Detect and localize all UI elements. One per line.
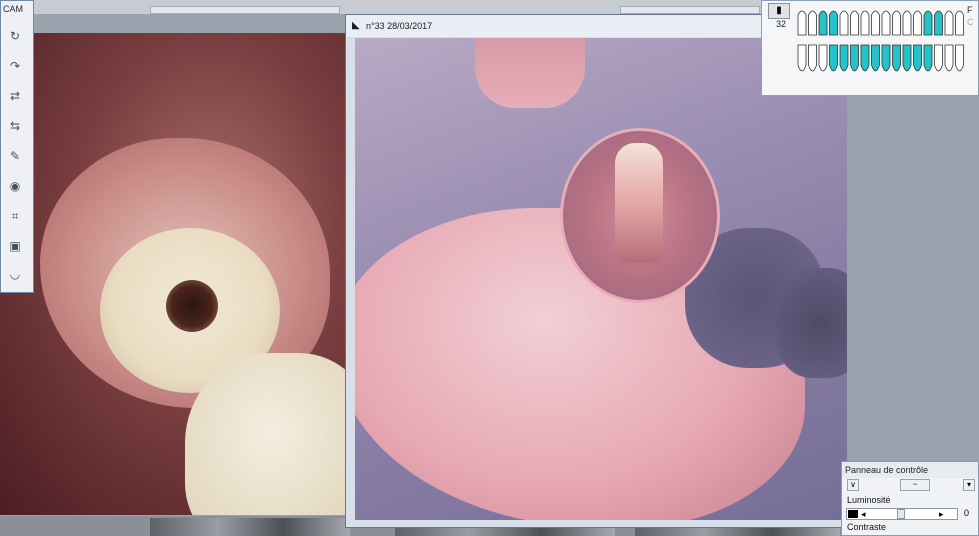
mirror-icon[interactable]: ⇆ [4,115,26,137]
upper-tooth[interactable] [871,10,880,36]
lower-tooth[interactable] [860,44,870,72]
implant-post [615,143,663,263]
upper-tooth[interactable] [902,10,912,36]
slider-thumb[interactable] [897,509,905,519]
brightness-slider[interactable]: ◂ ▸ [846,508,958,520]
color-swatch [848,510,858,518]
lower-tooth[interactable] [839,44,849,72]
lower-tooth[interactable] [923,44,933,72]
upper-tooth[interactable] [860,10,870,36]
edit-icon[interactable]: ✎ [4,145,26,167]
increase-icon[interactable]: ▸ [939,509,944,519]
tooth-selector-icon[interactable]: ▮ [768,3,790,19]
crop-icon[interactable]: ⌗ [4,205,26,227]
control-toolbar: ∨ ~ ▾ [845,478,977,492]
upper-tooth[interactable] [881,10,891,36]
tooth-number: 32 [776,19,787,29]
upper-tooth[interactable] [913,10,922,36]
eye-icon[interactable]: ◉ [4,175,26,197]
upper-tooth[interactable] [892,10,901,36]
lower-tooth[interactable] [850,44,859,72]
lower-tooth[interactable] [892,44,901,72]
selection-icon[interactable]: ▣ [4,235,26,257]
tools-toolbar: CAM ↻ ↷ ⇄ ⇆ ✎ ◉ ⌗ ▣ ◡ [0,0,34,293]
screw-access-hole [166,280,218,332]
upper-gum-region [475,38,585,108]
upper-tooth[interactable] [923,10,933,36]
brightness-value: 0 [964,508,970,518]
chart-side-label: C [967,17,974,27]
left-photo-image[interactable] [0,33,352,515]
brightness-label: Luminosité [847,495,891,505]
upper-tooth[interactable] [818,10,828,36]
lower-tooth[interactable] [808,44,817,72]
lower-tooth[interactable] [955,44,964,72]
upper-tooth[interactable] [955,10,964,36]
camera-icon: ◣ [352,20,360,31]
upper-tooth[interactable] [797,10,807,36]
lower-tooth[interactable] [881,44,891,72]
lower-tooth[interactable] [871,44,880,72]
lower-tooth[interactable] [818,44,828,72]
contrast-label: Contraste [847,522,887,532]
upper-tooth[interactable] [839,10,849,36]
rotate-90-icon[interactable]: ↷ [4,55,26,77]
rotate-180-icon[interactable]: ↻ [4,25,26,47]
collapse-icon[interactable]: ∨ [847,479,859,491]
background-window-tab[interactable] [150,6,340,14]
upper-tooth[interactable] [829,10,838,36]
lower-tooth[interactable] [934,44,943,72]
mouth-icon[interactable]: ◡ [4,263,26,285]
chart-side-label: F [967,5,973,15]
lower-tooth[interactable] [829,44,838,72]
upper-tooth[interactable] [944,10,954,36]
lower-tooth[interactable] [913,44,922,72]
decrease-icon[interactable]: ◂ [861,509,866,519]
viewer-title: n°33 28/03/2017 [366,21,433,31]
tooth-gap [775,268,847,378]
upper-tooth[interactable] [808,10,817,36]
dental-chart-window: ▮ 32 F C [761,0,979,96]
flip-icon[interactable]: ⇄ [4,85,26,107]
toolbar-title: CAM [3,4,23,14]
upper-tooth[interactable] [934,10,943,36]
upper-tooth[interactable] [850,10,859,36]
reset-icon[interactable]: ~ [900,479,930,491]
lower-tooth[interactable] [902,44,912,72]
control-panel: Panneau de contrôle ∨ ~ ▾ Luminosité ◂ ▸… [841,461,979,536]
dental-chart[interactable] [796,5,966,79]
expand-icon[interactable]: ▾ [963,479,975,491]
intraoral-image[interactable] [355,38,847,520]
thumbnail[interactable] [150,518,350,536]
lower-tooth[interactable] [797,44,807,72]
control-panel-title: Panneau de contrôle [842,462,978,478]
background-window-tab[interactable] [620,6,760,14]
lower-tooth[interactable] [944,44,954,72]
